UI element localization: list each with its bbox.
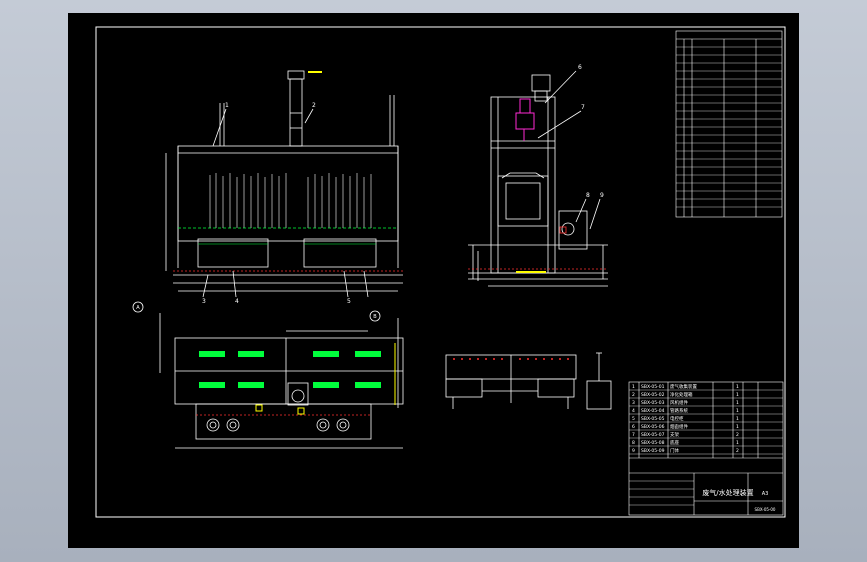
bom-row-part: 烟囱组件 [670, 423, 688, 430]
bom-row-qty: 1 [736, 424, 739, 430]
bom-row-index: 3 [632, 400, 635, 406]
callout-7: 7 [581, 104, 585, 111]
bom-row-code: SBX-05-06 [641, 424, 665, 430]
bom-row-qty: 1 [736, 416, 739, 422]
bom-row-part: 风机组件 [670, 399, 688, 406]
drawing-number: SBX-05-00 [755, 507, 776, 512]
bom-row-index: 5 [632, 416, 635, 422]
bom-row-qty: 1 [736, 400, 739, 406]
callout-9: 9 [600, 192, 604, 199]
callout-3: 3 [202, 298, 206, 305]
callout-4: 4 [235, 298, 239, 305]
bom-row-part: 废气收集装置 [670, 383, 697, 390]
bom-rows: 1 SBX-05-01 废气收集装置 1 2 SBX-05-02 净化处理箱 1 3 SBX-05… [632, 383, 739, 454]
callout-5: 5 [347, 298, 351, 305]
section-markers [132, 301, 381, 322]
bom-row-index: 9 [632, 448, 635, 454]
bom-row-qty: 1 [736, 440, 739, 446]
bom-row-index: 6 [632, 424, 635, 430]
drawing-sheet[interactable]: 1 SBX-05-01 废气收集装置 1 2 SBX-05-02 净化处理箱 1 3 SBX-05… [68, 13, 799, 548]
bom-row-qty: 2 [736, 432, 739, 438]
bom-row-part: 门体 [670, 447, 679, 454]
callout-labels: 1 2 3 4 5 6 7 8 9 [202, 64, 604, 305]
sheet-size: A3 [762, 491, 769, 497]
drawing-text: 1 SBX-05-01 废气收集装置 1 2 SBX-05-02 净化处理箱 1 3 SBX-05… [132, 64, 776, 512]
bom-row-code: SBX-05-02 [641, 392, 665, 398]
bom-row-qty: 1 [736, 392, 739, 398]
bom-row-part: 底座 [670, 439, 679, 446]
callout-2: 2 [312, 102, 316, 109]
bom-row-part: 电控柜 [670, 415, 684, 422]
bom-row-part: 管路系统 [670, 407, 688, 414]
bom-row-index: 4 [632, 408, 635, 414]
section-marker-b: B [373, 314, 377, 320]
bom-row-code: SBX-05-07 [641, 432, 665, 438]
bom-row-index: 8 [632, 440, 635, 446]
callout-1: 1 [225, 102, 229, 109]
bom-row-qty: 1 [736, 408, 739, 414]
bom-row-part: 净化处理箱 [670, 391, 693, 398]
bom-row-code: SBX-05-09 [641, 448, 665, 454]
bom-row-qty: 1 [736, 384, 739, 390]
bom-row-code: SBX-05-08 [641, 440, 665, 446]
bom-row-index: 7 [632, 432, 635, 438]
bom-row-qty: 2 [736, 448, 739, 454]
callout-8: 8 [586, 192, 590, 199]
section-marker-a: A [136, 305, 140, 311]
drawing-title: 废气/水处理装置 [702, 488, 753, 497]
callout-6: 6 [578, 64, 582, 71]
bom-row-index: 1 [632, 384, 635, 390]
bom-row-code: SBX-05-04 [641, 408, 665, 414]
bom-row-code: SBX-05-03 [641, 400, 665, 406]
bom-row-code: SBX-05-05 [641, 416, 665, 422]
bom-row-part: 支架 [670, 431, 679, 438]
cad-viewport[interactable]: 1 SBX-05-01 废气收集装置 1 2 SBX-05-02 净化处理箱 1 3 SBX-05… [0, 0, 867, 562]
bom-row-index: 2 [632, 392, 635, 398]
bom-row-code: SBX-05-01 [641, 384, 665, 390]
